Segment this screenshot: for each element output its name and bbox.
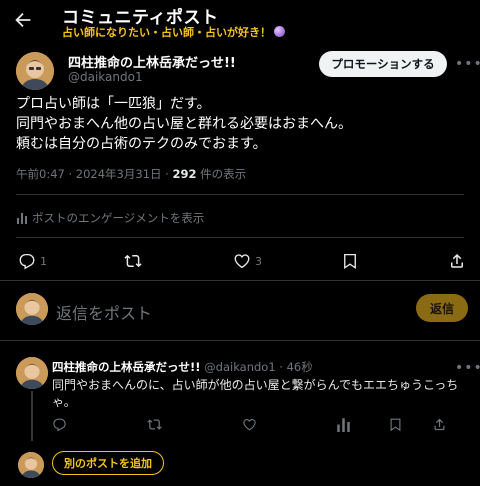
repost-icon (147, 417, 162, 432)
bookmark-icon (341, 252, 359, 270)
crystal-ball-icon (274, 26, 285, 37)
view-count: 292 (172, 167, 197, 181)
analytics-icon (336, 417, 351, 432)
reply-icon (52, 417, 67, 432)
repost-action[interactable] (124, 252, 142, 270)
divider (0, 340, 480, 341)
like-count: 3 (255, 254, 262, 268)
divider (0, 280, 480, 281)
share-icon (432, 417, 447, 432)
reply-avatar[interactable] (16, 357, 48, 389)
view-suffix: 件の表示 (196, 167, 247, 181)
reply-author[interactable]: 四柱推命の上林岳承だっせ!! @daikando1 · 46秒 (52, 359, 313, 375)
reply-input[interactable]: 返信をポスト (56, 300, 152, 324)
community-subtitle-text: 占い師になりたい・占い師・占いが好き！ (62, 26, 271, 39)
post-line: 同門やおまへん他の占い屋と群れる必要はおまへん。 (16, 116, 352, 132)
analytics-icon (16, 212, 28, 224)
promote-button[interactable]: プロモーションする (319, 51, 447, 77)
thread-line (31, 391, 33, 441)
reply-share-action[interactable] (432, 417, 447, 432)
author-name[interactable]: 四柱推命の上林岳承だっせ!! (68, 52, 236, 71)
reply-analytics-action[interactable] (336, 417, 351, 432)
more-options-icon[interactable]: ••• (455, 56, 480, 72)
add-post-avatar (18, 452, 44, 478)
heart-icon (242, 417, 257, 432)
community-subtitle[interactable]: 占い師になりたい・占い師・占いが好き！ (62, 24, 285, 40)
share-action[interactable] (448, 252, 466, 270)
post-line: 頼むは自分の占術のテクのみでおます。 (16, 136, 267, 152)
divider (16, 237, 464, 238)
my-avatar[interactable] (16, 293, 48, 325)
author-avatar[interactable] (16, 52, 54, 90)
engagement-link[interactable]: ポストのエンゲージメントを表示 (16, 210, 204, 226)
reply-action[interactable]: 1 (18, 252, 47, 270)
bookmark-icon (388, 417, 403, 432)
bookmark-action[interactable] (341, 252, 359, 270)
reply-count: 1 (40, 254, 47, 268)
reply-bookmark-action[interactable] (388, 417, 403, 432)
reply-text: 同門やおまへんのに、占い師が他の占い屋と繋がらんでもエエちゅうこっちゃ。 (52, 378, 459, 409)
share-icon (448, 252, 466, 270)
reply-submit-button[interactable]: 返信 (416, 294, 468, 322)
repost-icon (124, 252, 142, 270)
post-line: プロ占い師は「一匹狼」だす。 (16, 96, 211, 112)
reply-like-action[interactable] (242, 417, 257, 432)
reply-icon (18, 252, 36, 270)
post-timestamp[interactable]: 午前0:47 · 2024年3月31日 · (16, 167, 172, 181)
post-meta: 午前0:47 · 2024年3月31日 · 292 件の表示 (16, 166, 246, 182)
back-arrow-icon[interactable] (12, 9, 34, 31)
divider (16, 194, 464, 195)
reply-reply-action[interactable] (52, 417, 67, 432)
engagement-label: ポストのエンゲージメントを表示 (32, 211, 205, 225)
post-body: プロ占い師は「一匹狼」だす。 同門やおまへん他の占い屋と群れる必要はおまへん。 … (16, 94, 352, 154)
like-action[interactable]: 3 (233, 252, 262, 270)
heart-icon (233, 252, 251, 270)
author-handle[interactable]: @daikando1 (68, 70, 143, 84)
reply-repost-action[interactable] (147, 417, 162, 432)
add-another-post-button[interactable]: 別のポストを追加 (52, 451, 164, 475)
reply-handle-time: @daikando1 · 46秒 (200, 360, 313, 374)
reply-author-name: 四柱推命の上林岳承だっせ!! (52, 360, 201, 374)
reply-more-icon[interactable]: ••• (455, 360, 480, 376)
